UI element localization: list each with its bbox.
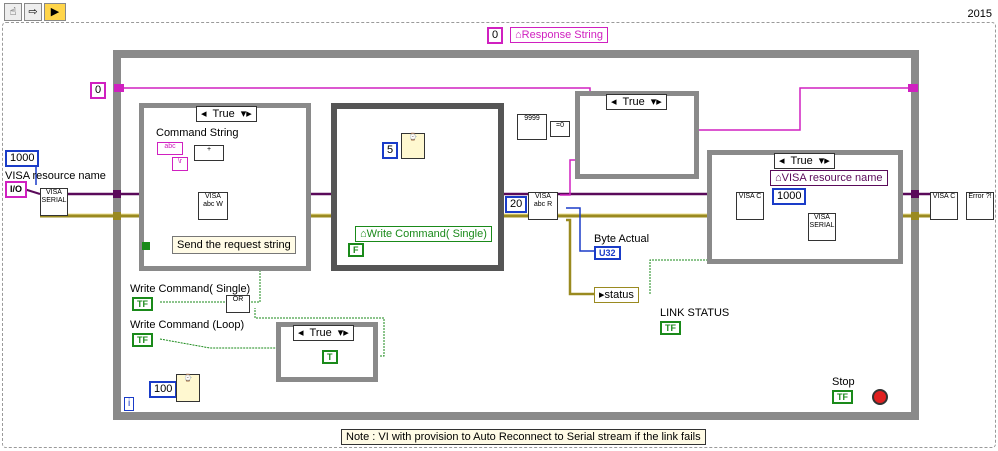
write-loop-label: Write Command (Loop)	[130, 319, 245, 331]
wait-100-const[interactable]: 100	[149, 381, 178, 398]
home-icon: ⌂	[515, 29, 522, 41]
write-single-control[interactable]: TF	[132, 297, 153, 311]
visa-resource-local[interactable]: ⌂VISA resource name	[770, 170, 888, 186]
chevron-down-icon: ▾▸	[818, 155, 830, 167]
link-status-label: LINK STATUS	[660, 307, 730, 319]
case-selector-write[interactable]: ◂ True ▾▸	[196, 106, 257, 122]
visa-tunnel-in	[113, 190, 121, 198]
visa-tunnel-out	[911, 190, 919, 198]
baud-const[interactable]: 1000	[5, 150, 40, 167]
chevron-down-icon: ▾▸	[337, 327, 349, 339]
status-local[interactable]: ▸status	[594, 287, 639, 303]
response-string-const[interactable]: 0	[487, 27, 504, 44]
visa-serial-reconnect-icon[interactable]: VISA SERIAL	[808, 213, 836, 241]
visa-read-icon[interactable]: VISA abc R	[528, 192, 558, 220]
stop-control[interactable]: TF	[832, 390, 853, 404]
visa-close-icon[interactable]: VISA C	[736, 192, 764, 220]
wait-ms-loop-icon[interactable]: ⌚	[176, 374, 200, 402]
error-tunnel-in	[113, 212, 121, 220]
visa-close-final-icon[interactable]: VISA C	[930, 192, 958, 220]
home-icon: ⌂	[360, 228, 367, 240]
equal-zero-icon[interactable]: =0	[550, 121, 570, 137]
command-string-label: Command String	[156, 127, 239, 139]
bytes-at-port-icon[interactable]: 9999	[517, 114, 547, 140]
visa-write-icon[interactable]: VISA abc W	[198, 192, 228, 220]
concat-string-icon[interactable]: +	[194, 145, 224, 161]
wait-5-const[interactable]: 5	[382, 142, 399, 159]
response-string-local[interactable]: ⌂Response String	[510, 27, 608, 43]
arrow-left-icon: ◂	[611, 96, 617, 108]
byte-actual-indicator[interactable]: U32	[594, 246, 621, 260]
cr-const-icon[interactable]: \r	[172, 157, 188, 171]
arrow-left-icon: ◂	[201, 108, 207, 120]
true-const[interactable]: T	[322, 350, 338, 364]
false-const[interactable]: F	[348, 243, 364, 257]
loop-condition-stop-icon	[872, 389, 888, 405]
write-single-label: Write Command( Single)	[130, 283, 251, 295]
case-selector-reconnect[interactable]: ◂ True ▾▸	[774, 153, 835, 169]
byte-actual-label: Byte Actual	[594, 233, 650, 245]
case1-selector-terminal	[142, 242, 150, 250]
top-string-const[interactable]: 0	[90, 82, 107, 99]
reconnect-baud-const[interactable]: 1000	[772, 188, 807, 205]
write-single-local[interactable]: ⌂Write Command( Single)	[355, 226, 492, 242]
wait-ms-icon[interactable]: ⌚	[401, 133, 425, 159]
write-comment: Send the request string	[172, 236, 296, 254]
shift-register-left	[114, 84, 124, 92]
home-icon: ⌂	[775, 172, 782, 184]
chevron-down-icon: ▾▸	[650, 96, 662, 108]
arrow-left-icon: ◂	[779, 155, 785, 167]
case-selector-loop[interactable]: ◂ True ▾▸	[293, 325, 354, 341]
visa-serial-init-icon[interactable]: VISA SERIAL	[40, 188, 68, 216]
byte-count-const[interactable]: 20	[505, 196, 528, 213]
chevron-down-icon: ▾▸	[240, 108, 252, 120]
iteration-terminal: i	[124, 397, 135, 411]
stop-label: Stop	[832, 376, 855, 388]
or-gate-icon[interactable]: OR	[226, 295, 250, 313]
command-string-control[interactable]: abc	[157, 142, 183, 155]
note-label: Note : VI with provision to Auto Reconne…	[341, 429, 706, 445]
case-selector-response[interactable]: ◂ True ▾▸	[606, 94, 667, 110]
write-loop-control[interactable]: TF	[132, 333, 153, 347]
link-status-indicator[interactable]: TF	[660, 321, 681, 335]
visa-io-const[interactable]: I/O	[5, 181, 28, 198]
error-tunnel-out	[911, 212, 919, 220]
arrow-left-icon: ◂	[298, 327, 304, 339]
shift-register-right	[908, 84, 918, 92]
error-handler-icon[interactable]: Error ?!	[966, 192, 994, 220]
